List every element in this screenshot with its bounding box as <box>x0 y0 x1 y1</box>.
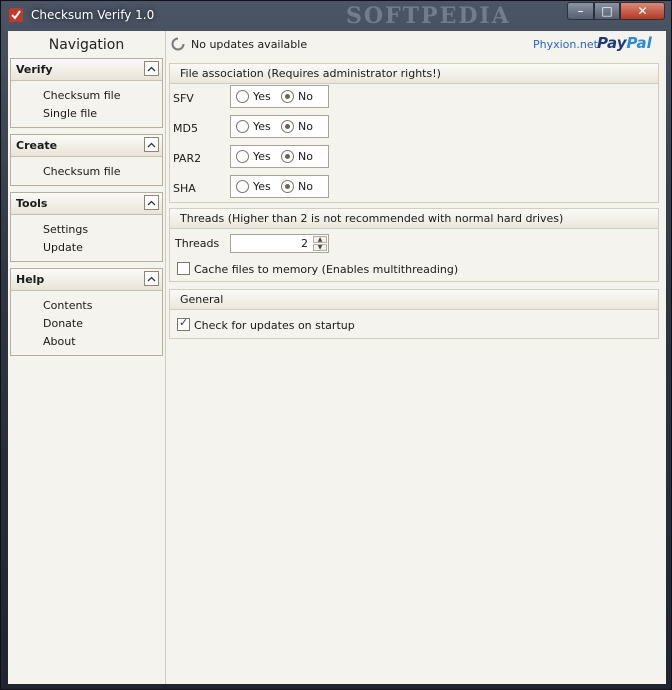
collapse-button[interactable] <box>144 61 159 76</box>
collapse-button[interactable] <box>144 195 159 210</box>
paypal-logo-part2: Pal <box>626 34 652 52</box>
stepper-buttons: ▲ ▼ <box>313 236 327 251</box>
check-updates-label[interactable]: Check for updates on startup <box>194 319 355 332</box>
par2-yes-radio[interactable] <box>236 150 249 163</box>
window-controls: – □ ✕ <box>567 2 665 20</box>
app-window: Checksum Verify 1.0 SOFTPEDIA – □ ✕ Navi… <box>0 0 672 690</box>
sidebar-item-about[interactable]: About <box>43 335 76 348</box>
sidebar-item-create-checksum-file[interactable]: Checksum file <box>43 165 121 178</box>
maximize-icon: □ <box>601 4 613 18</box>
nav-group-help: Help Contents Donate About <box>10 268 163 356</box>
minimize-button[interactable]: – <box>567 2 594 20</box>
threads-title: Threads (Higher than 2 is not recommende… <box>180 212 564 225</box>
nav-header-create[interactable]: Create <box>11 135 162 157</box>
nav-header-label: Tools <box>16 197 48 210</box>
client-area: Navigation Verify Checksum file Single f… <box>8 31 666 684</box>
threads-label: Threads <box>175 237 220 250</box>
threads-stepper[interactable]: 2 ▲ ▼ <box>230 234 329 253</box>
check-updates-checkbox[interactable] <box>177 316 190 331</box>
cache-files-label[interactable]: Cache files to memory (Enables multithre… <box>194 263 458 276</box>
sidebar-item-verify-single-file[interactable]: Single file <box>43 107 97 120</box>
settings-panel: No updates available Phyxion.net PayPal … <box>166 31 666 684</box>
watermark: SOFTPEDIA <box>346 3 511 29</box>
sfv-radio-group: Yes No <box>230 85 329 108</box>
nav-group-verify: Verify Checksum file Single file <box>10 58 163 128</box>
general-section: General Check for updates on startup <box>169 289 659 339</box>
title-bar[interactable]: Checksum Verify 1.0 SOFTPEDIA – □ ✕ <box>1 1 671 30</box>
paypal-logo-part1: Pay <box>597 34 627 52</box>
general-title: General <box>180 293 224 306</box>
nav-header-help[interactable]: Help <box>11 269 162 291</box>
threads-section: Threads (Higher than 2 is not recommende… <box>169 208 659 282</box>
nav-header-verify[interactable]: Verify <box>11 59 162 81</box>
sha-label: SHA <box>173 182 196 195</box>
sha-no-label[interactable]: No <box>298 180 313 193</box>
section-header: File association (Requires administrator… <box>170 64 658 84</box>
nav-header-label: Create <box>16 139 58 152</box>
chevron-up-icon <box>147 142 156 147</box>
nav-header-label: Verify <box>16 63 53 76</box>
sfv-no-radio[interactable] <box>281 90 294 103</box>
sha-radio-group: Yes No <box>230 175 329 198</box>
nav-header-tools[interactable]: Tools <box>11 193 162 215</box>
nav-group-tools: Tools Settings Update <box>10 192 163 262</box>
par2-yes-label[interactable]: Yes <box>253 150 271 163</box>
sfv-label: SFV <box>173 92 194 105</box>
chevron-up-icon <box>147 276 156 281</box>
sidebar-item-settings[interactable]: Settings <box>43 223 88 236</box>
md5-radio-group: Yes No <box>230 115 329 138</box>
par2-no-label[interactable]: No <box>298 150 313 163</box>
nav-group-create: Create Checksum file <box>10 134 163 186</box>
navigation-title: Navigation <box>48 37 125 53</box>
sha-yes-radio[interactable] <box>236 180 249 193</box>
file-association-section: File association (Requires administrator… <box>169 63 659 203</box>
stepper-up-button[interactable]: ▲ <box>313 236 327 243</box>
sha-yes-label[interactable]: Yes <box>253 180 271 193</box>
sfv-no-label[interactable]: No <box>298 90 313 103</box>
paypal-logo[interactable]: PayPal <box>597 34 652 52</box>
chevron-up-icon: ▲ <box>317 236 323 243</box>
md5-yes-label[interactable]: Yes <box>253 120 271 133</box>
sfv-yes-label[interactable]: Yes <box>253 90 271 103</box>
close-button[interactable]: ✕ <box>620 2 665 20</box>
sfv-yes-radio[interactable] <box>236 90 249 103</box>
file-association-title: File association (Requires administrator… <box>180 67 441 80</box>
par2-radio-group: Yes No <box>230 145 329 168</box>
par2-label: PAR2 <box>173 152 202 165</box>
close-icon: ✕ <box>637 4 648 18</box>
chevron-up-icon <box>147 66 156 71</box>
sidebar-item-verify-checksum-file[interactable]: Checksum file <box>43 89 121 102</box>
collapse-button[interactable] <box>144 137 159 152</box>
section-header: Threads (Higher than 2 is not recommende… <box>170 209 658 229</box>
navigation-sidebar: Navigation Verify Checksum file Single f… <box>8 31 166 684</box>
sidebar-item-contents[interactable]: Contents <box>43 299 92 312</box>
app-logo-icon <box>9 8 23 22</box>
minimize-icon: – <box>577 4 584 18</box>
nav-header-label: Help <box>16 273 45 286</box>
par2-no-radio[interactable] <box>281 150 294 163</box>
update-status-text: No updates available <box>191 38 308 51</box>
stepper-down-button[interactable]: ▼ <box>313 244 327 251</box>
status-bar: No updates available Phyxion.net PayPal <box>166 31 666 59</box>
md5-label: MD5 <box>173 122 198 135</box>
sha-no-radio[interactable] <box>281 180 294 193</box>
section-header: General <box>170 290 658 310</box>
window-title: Checksum Verify 1.0 <box>31 8 155 22</box>
threads-value[interactable]: 2 <box>301 237 308 250</box>
md5-no-radio[interactable] <box>281 120 294 133</box>
phyxion-link[interactable]: Phyxion.net <box>533 38 598 51</box>
cache-files-checkbox[interactable] <box>177 262 190 275</box>
refresh-icon <box>171 37 185 51</box>
sidebar-item-donate[interactable]: Donate <box>43 317 83 330</box>
collapse-button[interactable] <box>144 271 159 286</box>
sidebar-item-update[interactable]: Update <box>43 241 83 254</box>
chevron-down-icon: ▼ <box>317 244 323 251</box>
md5-no-label[interactable]: No <box>298 120 313 133</box>
chevron-up-icon <box>147 200 156 205</box>
md5-yes-radio[interactable] <box>236 120 249 133</box>
maximize-button[interactable]: □ <box>594 2 620 20</box>
